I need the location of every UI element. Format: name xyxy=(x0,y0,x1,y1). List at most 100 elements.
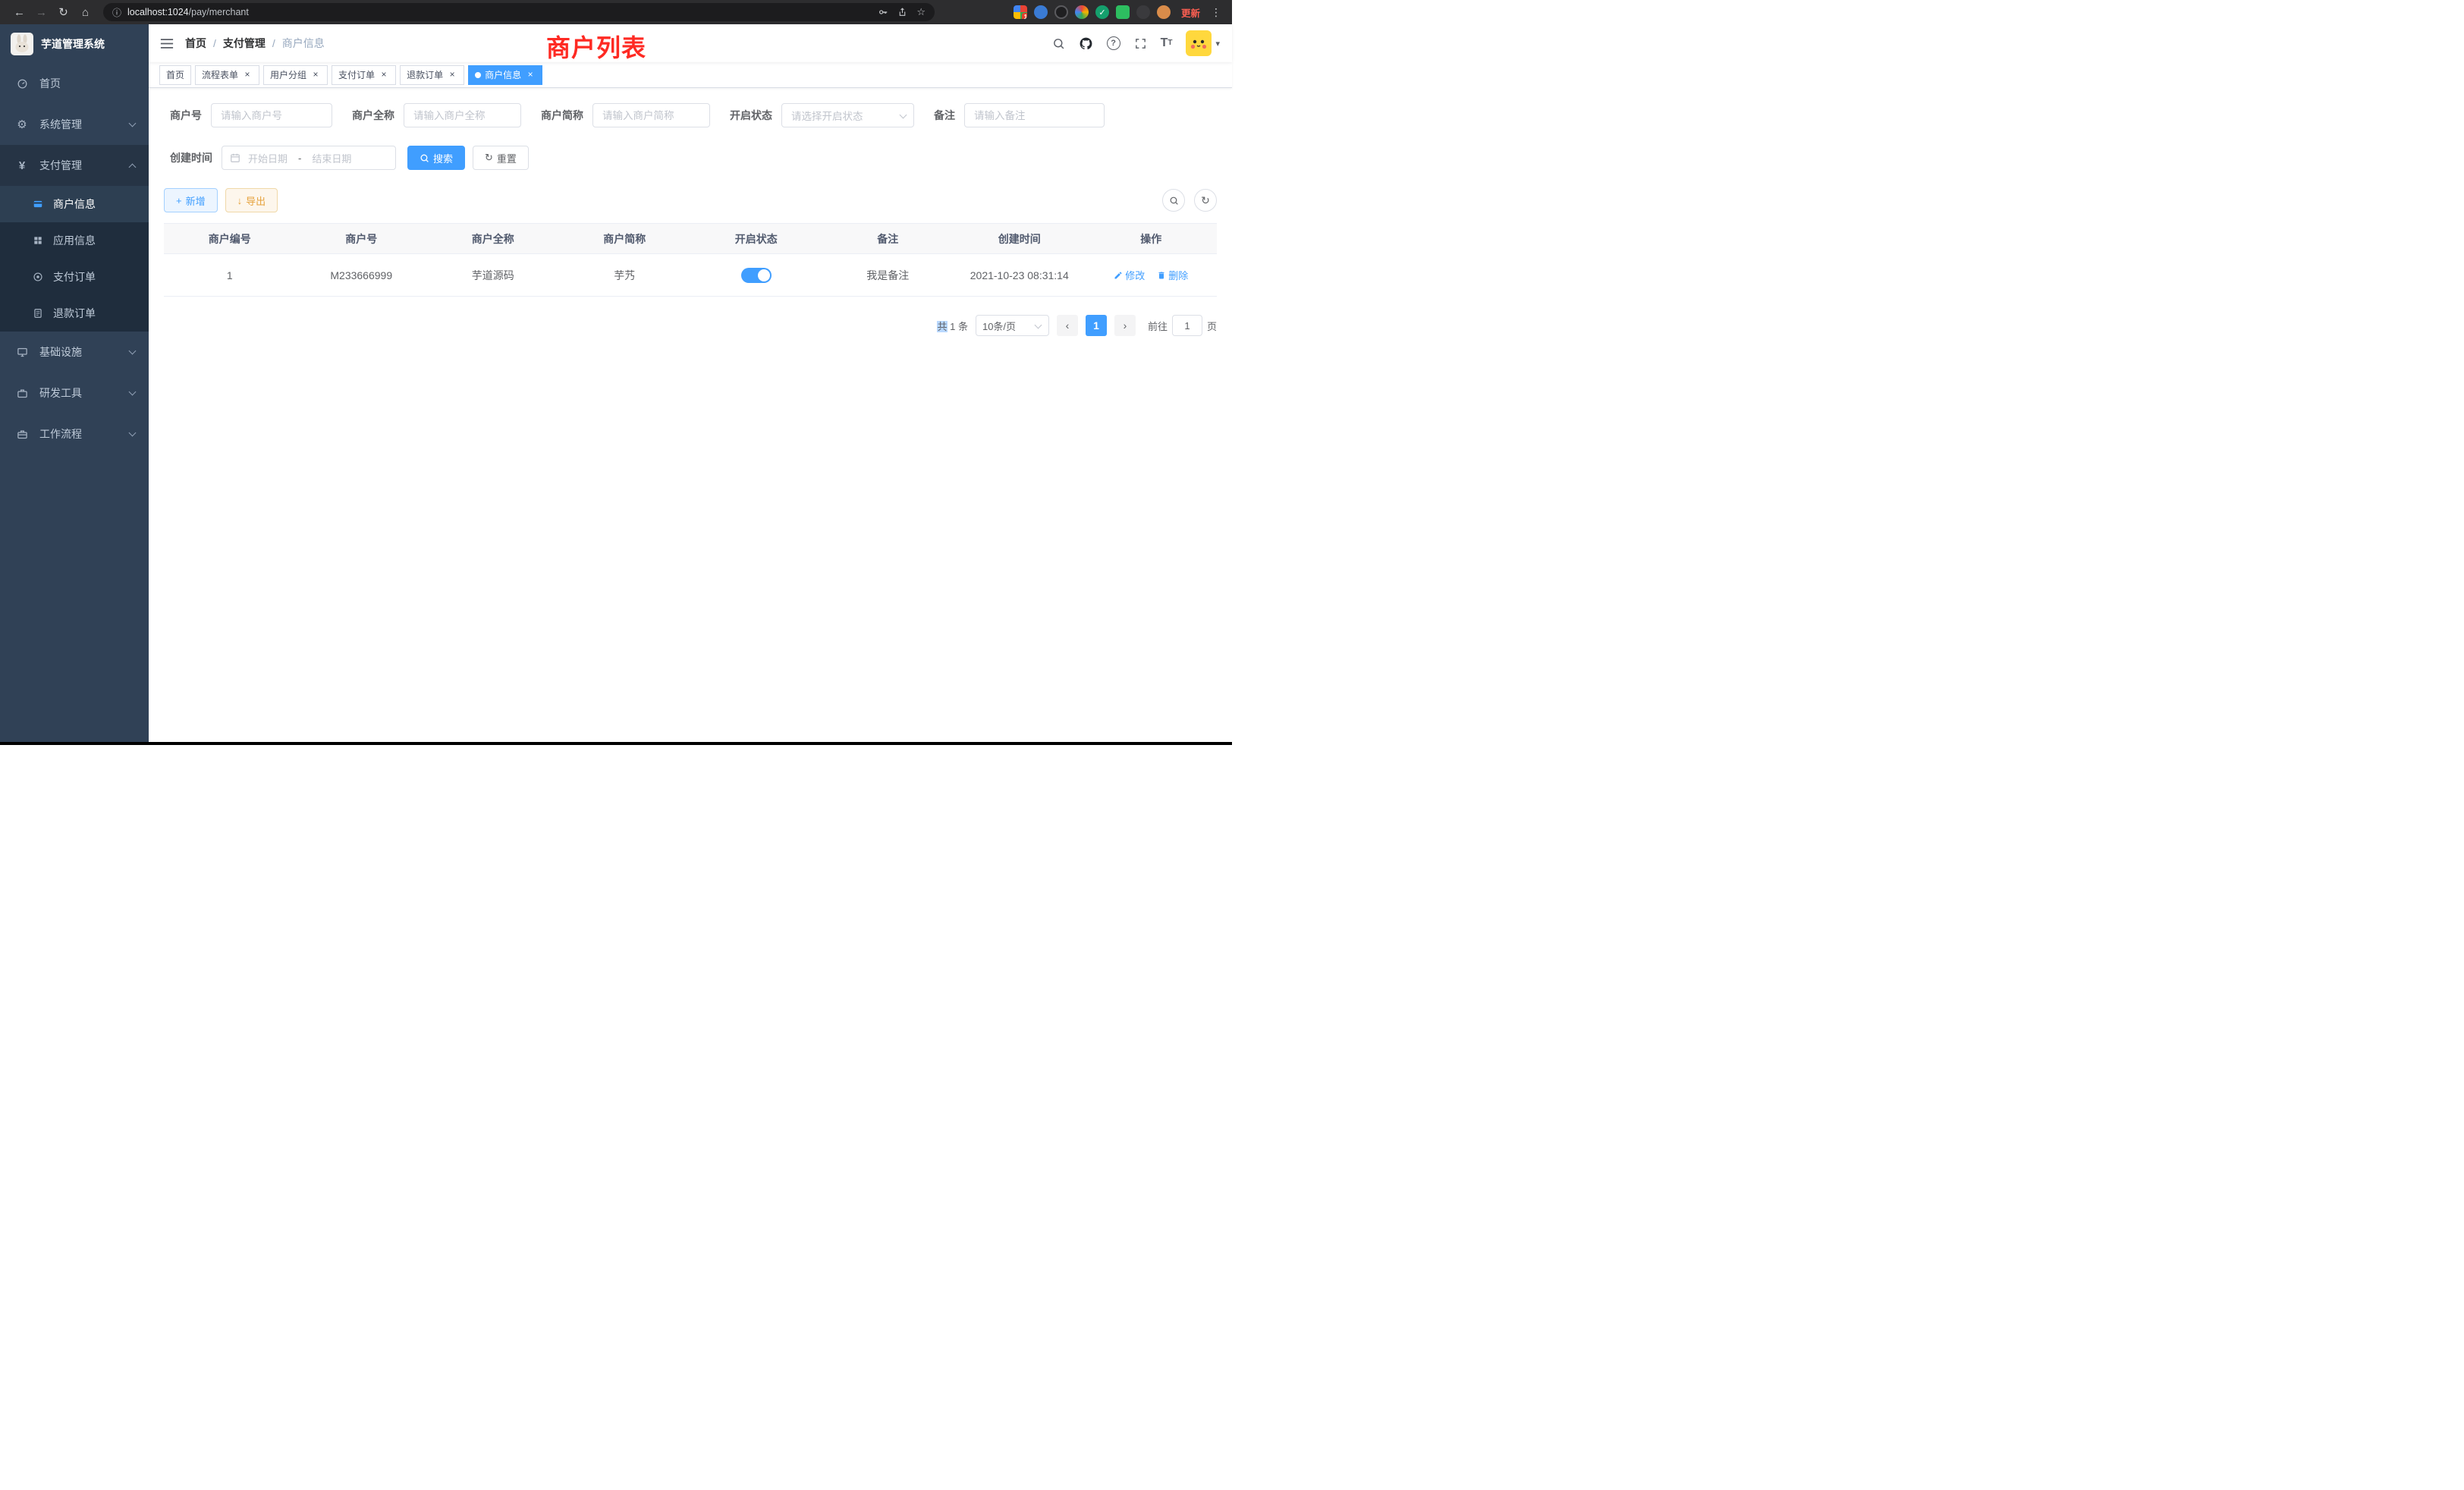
add-button[interactable]: + 新增 xyxy=(164,188,218,212)
tab-home[interactable]: 首页 xyxy=(159,65,191,85)
close-icon[interactable]: × xyxy=(379,70,389,80)
document-icon xyxy=(32,308,44,319)
breadcrumb-pay[interactable]: 支付管理 xyxy=(223,36,266,51)
tab-user-group[interactable]: 用户分组 × xyxy=(263,65,328,85)
toggle-knob xyxy=(758,269,770,281)
delete-link[interactable]: 删除 xyxy=(1157,268,1188,282)
help-icon[interactable]: ? xyxy=(1107,36,1120,50)
date-separator: - xyxy=(298,152,301,164)
url-path: /pay/merchant xyxy=(189,7,249,17)
breadcrumb-home[interactable]: 首页 xyxy=(185,36,206,51)
sidebar-item-label: 商户信息 xyxy=(53,196,96,212)
sidebar-item-label: 系统管理 xyxy=(39,117,82,132)
sidebar-item-label: 支付管理 xyxy=(39,158,82,173)
cell-remark: 我是备注 xyxy=(822,254,954,297)
home-icon[interactable]: ⌂ xyxy=(75,2,96,22)
cell-status xyxy=(690,254,822,297)
edit-link[interactable]: 修改 xyxy=(1114,268,1145,282)
hamburger-icon[interactable] xyxy=(149,38,185,49)
merchant-name-label: 商户全称 xyxy=(352,108,394,123)
sidebar-item-dev-tools[interactable]: 研发工具 xyxy=(0,372,149,413)
sidebar-item-refund-order[interactable]: 退款订单 xyxy=(0,295,149,332)
merchant-name-input[interactable] xyxy=(404,103,521,127)
site-info-icon[interactable]: ⓘ xyxy=(112,6,121,19)
status-select[interactable]: 请选择开启状态 xyxy=(781,103,914,127)
remark-input[interactable] xyxy=(964,103,1105,127)
check-extension-icon[interactable]: ✓ xyxy=(1095,5,1109,19)
sidebar-item-pay-order[interactable]: 支付订单 xyxy=(0,259,149,295)
page-1-button[interactable]: 1 xyxy=(1086,315,1107,336)
tab-pay-order[interactable]: 支付订单 × xyxy=(332,65,396,85)
share-icon[interactable] xyxy=(897,7,907,17)
search-icon[interactable] xyxy=(1052,37,1065,50)
merchant-short-input[interactable] xyxy=(592,103,710,127)
delete-link-label: 删除 xyxy=(1168,268,1188,282)
export-button[interactable]: ↓ 导出 xyxy=(225,188,278,212)
close-icon[interactable]: × xyxy=(242,70,253,80)
tab-label: 退款订单 xyxy=(407,68,443,81)
merchant-short-label: 商户简称 xyxy=(541,108,583,123)
sidebar-logo[interactable]: 芋道管理系统 xyxy=(0,24,149,63)
font-size-icon[interactable]: TT xyxy=(1161,37,1173,49)
tab-process-form[interactable]: 流程表单 × xyxy=(195,65,259,85)
col-merchant-name: 商户全称 xyxy=(427,224,559,254)
github-icon[interactable] xyxy=(1079,36,1093,51)
sidebar-item-home[interactable]: 首页 xyxy=(0,63,149,104)
toggle-search-button[interactable] xyxy=(1162,189,1185,212)
download-icon: ↓ xyxy=(237,195,243,206)
search-button[interactable]: 搜索 xyxy=(407,146,465,170)
status-toggle[interactable] xyxy=(741,268,772,283)
tab-refund-order[interactable]: 退款订单 × xyxy=(400,65,464,85)
merchant-no-input[interactable] xyxy=(211,103,332,127)
record-icon xyxy=(32,272,44,282)
table-row: 1 M233666999 芋道源码 芋艿 我是备注 2021-10-23 08:… xyxy=(164,254,1217,297)
reset-button[interactable]: ↻ 重置 xyxy=(473,146,529,170)
goto-page-input[interactable] xyxy=(1172,315,1202,336)
sidebar-item-merchant-info[interactable]: 商户信息 xyxy=(0,186,149,222)
refresh-table-button[interactable]: ↻ xyxy=(1194,189,1217,212)
search-icon xyxy=(420,153,429,163)
tab-grid-extension-icon[interactable]: 10 xyxy=(1014,5,1027,19)
sidebar-item-workflow[interactable]: 工作流程 xyxy=(0,413,149,454)
page-size-select[interactable]: 10条/页 xyxy=(976,315,1049,336)
user-menu[interactable]: ▾ xyxy=(1186,30,1220,56)
yen-icon: ¥ xyxy=(15,159,29,172)
forward-icon[interactable]: → xyxy=(31,2,52,22)
ring-extension-icon[interactable] xyxy=(1054,5,1068,19)
bookmark-star-icon[interactable]: ☆ xyxy=(916,6,926,18)
browser-menu-icon[interactable]: ⋮ xyxy=(1209,6,1223,19)
sidebar-item-label: 基础设施 xyxy=(39,344,82,360)
knot-extension-icon[interactable] xyxy=(1136,5,1150,19)
create-time-range-picker[interactable]: 开始日期 - 结束日期 xyxy=(222,146,396,170)
chrome-update-button[interactable]: 更新 xyxy=(1181,5,1200,20)
remark-label: 备注 xyxy=(934,108,955,123)
sidebar-item-label: 研发工具 xyxy=(39,385,82,401)
drop-extension-icon[interactable] xyxy=(1034,5,1048,19)
sidebar-item-infrastructure[interactable]: 基础设施 xyxy=(0,332,149,372)
green-square-extension-icon[interactable] xyxy=(1116,5,1130,19)
back-icon[interactable]: ← xyxy=(9,2,30,22)
url-text: localhost:1024/pay/merchant xyxy=(127,7,249,17)
status-select-placeholder: 请选择开启状态 xyxy=(791,108,863,123)
prev-page-button[interactable]: ‹ xyxy=(1057,315,1078,336)
close-icon[interactable]: × xyxy=(447,70,457,80)
url-bar[interactable]: ⓘ localhost:1024/pay/merchant ☆ xyxy=(103,3,935,21)
url-host: localhost:1024 xyxy=(127,7,189,17)
sidebar-item-app-info[interactable]: 应用信息 xyxy=(0,222,149,259)
page-content: 商户号 商户全称 商户简称 开启状态 请选择开启状态 xyxy=(149,88,1232,742)
screen: ← → ↻ ⌂ ⓘ localhost:1024/pay/merchant ☆ … xyxy=(0,0,1232,742)
close-icon[interactable]: × xyxy=(525,70,536,80)
sidebar-item-system[interactable]: ⚙ 系统管理 xyxy=(0,104,149,145)
colorful-avatar-extension-icon[interactable] xyxy=(1075,5,1089,19)
password-key-icon[interactable] xyxy=(878,7,888,17)
next-page-button[interactable]: › xyxy=(1114,315,1136,336)
tab-merchant-info[interactable]: 商户信息 × xyxy=(468,65,542,85)
reset-button-label: 重置 xyxy=(497,151,517,165)
profile-avatar-icon[interactable] xyxy=(1157,5,1171,19)
reload-icon[interactable]: ↻ xyxy=(53,2,74,22)
sidebar-item-pay[interactable]: ¥ 支付管理 xyxy=(0,145,149,186)
close-icon[interactable]: × xyxy=(310,70,321,80)
col-merchant-short: 商户简称 xyxy=(559,224,691,254)
fullscreen-icon[interactable] xyxy=(1134,37,1147,50)
breadcrumb: 首页 / 支付管理 / 商户信息 xyxy=(185,36,325,51)
